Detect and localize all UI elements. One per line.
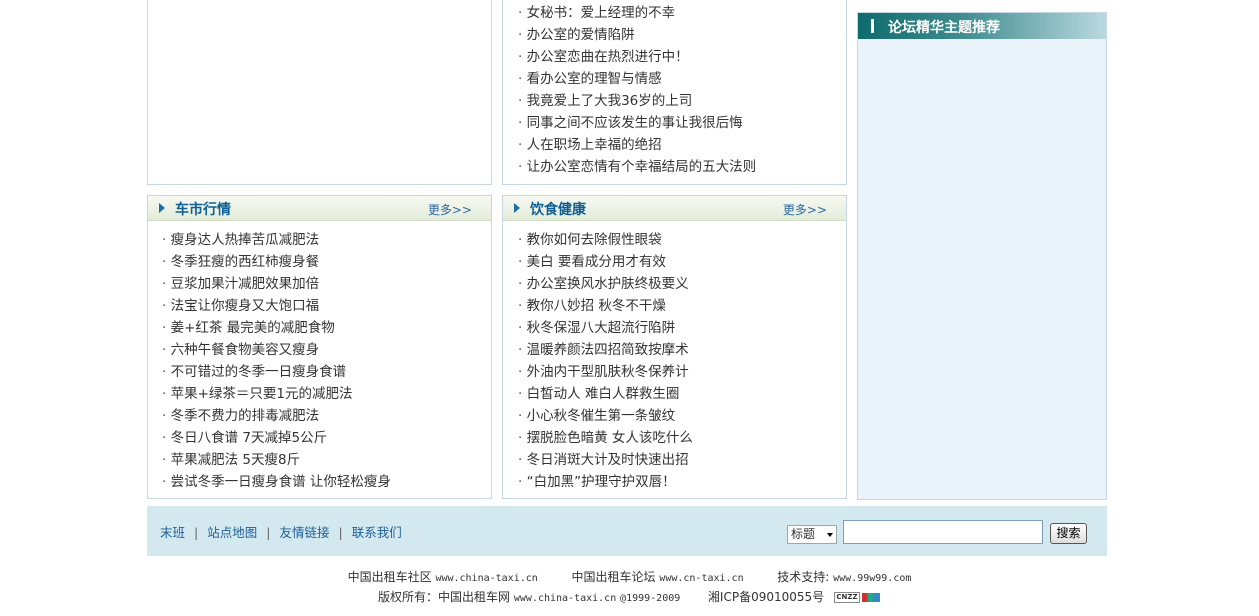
list-item[interactable]: 瘦身达人热捧苦瓜减肥法	[162, 229, 391, 251]
list-item[interactable]: 冬日消斑大计及时快速出招	[518, 449, 693, 471]
list-item[interactable]: 苹果减肥法 5天瘦8斤	[162, 449, 391, 471]
list-item[interactable]: 法宝让你瘦身又大饱口福	[162, 295, 391, 317]
panel-header: 饮食健康 更多>>	[503, 196, 846, 221]
list-item[interactable]: 白皙动人 难白人群救生圈	[518, 383, 693, 405]
search-input[interactable]	[843, 520, 1043, 544]
support-label: 技术支持:	[777, 570, 830, 584]
icp-number[interactable]: 湘ICP备09010055号	[708, 590, 824, 604]
more-link[interactable]: 更多>>	[428, 201, 472, 218]
list-item[interactable]: 六种午餐食物美容又瘦身	[162, 339, 391, 361]
list-item[interactable]: 同事之间不应该发生的事让我很后悔	[518, 112, 756, 134]
list-item[interactable]: 冬日八食谱 7天减掉5公斤	[162, 427, 391, 449]
panel-title[interactable]: 车市行情	[175, 199, 231, 219]
list-item[interactable]: 冬季不费力的排毒减肥法	[162, 405, 391, 427]
food-health-panel: 饮食健康 更多>> 教你如何去除假性眼袋 美白 要看成分用才有效 办公室换风水护…	[502, 195, 847, 499]
search-type-select[interactable]: 标题	[787, 525, 837, 544]
footer-link-sitemap[interactable]: 站点地图	[207, 525, 257, 540]
more-link[interactable]: 更多>>	[783, 201, 827, 218]
cnzz-badge-text: CNZZ	[833, 592, 860, 603]
list-item[interactable]: 外油内干型肌肤秋冬保养计	[518, 361, 693, 383]
search-button[interactable]: 搜索	[1050, 523, 1087, 544]
divider: |	[194, 525, 199, 540]
panel-title[interactable]: 饮食健康	[530, 199, 586, 219]
list-item[interactable]: 不可错过的冬季一日瘦身食谱	[162, 361, 391, 383]
rights-url[interactable]: www.china-taxi.cn	[514, 593, 616, 604]
list-item[interactable]: “白加黑”护理守护双唇！	[518, 471, 693, 493]
list-item[interactable]: 苹果+绿茶＝只要1元的减肥法	[162, 383, 391, 405]
list-item[interactable]: 办公室恋曲在热烈进行中！	[518, 46, 756, 68]
food-health-list: 教你如何去除假性眼袋 美白 要看成分用才有效 办公室换风水护肤终极要义 教你八妙…	[518, 229, 693, 493]
car-market-panel: 车市行情 更多>> 瘦身达人热捧苦瓜减肥法 冬季狂瘦的西红柿瘦身餐 豆浆加果汁减…	[147, 195, 492, 499]
list-item[interactable]: 办公室换风水护肤终极要义	[518, 273, 693, 295]
divider: |	[266, 525, 271, 540]
forum-url[interactable]: www.cn-taxi.cn	[659, 573, 743, 584]
list-item[interactable]: 女秘书：爱上经理的不幸	[518, 2, 756, 24]
list-item[interactable]: 人在职场上幸福的绝招	[518, 134, 756, 156]
copyright-line-2: 版权所有：中国出租车网 www.china-taxi.cn @1999-2009…	[0, 588, 1259, 605]
community-url[interactable]: www.china-taxi.cn	[435, 573, 537, 584]
list-item[interactable]: 教你八妙招 秋冬不干燥	[518, 295, 693, 317]
chevron-down-icon	[827, 533, 833, 537]
sidebar-header: 论坛精华主题推荐	[858, 13, 1106, 39]
footer-link-bus[interactable]: 末班	[160, 525, 185, 540]
list-item[interactable]: 教你如何去除假性眼袋	[518, 229, 693, 251]
sidebar-title: 论坛精华主题推荐	[888, 20, 1000, 36]
list-item[interactable]: 办公室的爱情陷阱	[518, 24, 756, 46]
list-item[interactable]: 小心秋冬催生第一条皱纹	[518, 405, 693, 427]
list-item[interactable]: 我竟爱上了大我36岁的上司	[518, 90, 756, 112]
cnzz-badge-icon[interactable]: CNZZ	[833, 592, 881, 603]
search-type-value: 标题	[791, 527, 816, 541]
list-item[interactable]: 尝试冬季一日瘦身食谱 让你轻松瘦身	[162, 471, 391, 493]
list-item[interactable]: 秋冬保湿八大超流行陷阱	[518, 317, 693, 339]
list-item[interactable]: 冬季狂瘦的西红柿瘦身餐	[162, 251, 391, 273]
community-label: 中国出租车社区	[347, 570, 432, 584]
panel-header: 车市行情 更多>>	[148, 196, 491, 221]
footer-link-friends[interactable]: 友情链接	[279, 525, 329, 540]
top-left-panel	[147, 0, 492, 185]
divider: |	[338, 525, 343, 540]
title-bar-icon	[871, 19, 874, 33]
office-love-list: 女秘书：爱上经理的不幸 办公室的爱情陷阱 办公室恋曲在热烈进行中！ 看办公室的理…	[518, 2, 757, 178]
forum-label: 中国出租车论坛	[571, 570, 656, 584]
triangle-bullet-icon	[514, 203, 520, 213]
footer-bar: 末班 | 站点地图 | 友情链接 | 联系我们 标题 搜索	[147, 506, 1107, 556]
footer-link-contact[interactable]: 联系我们	[352, 525, 402, 540]
copyright-line-1: 中国出租车社区 www.china-taxi.cn 中国出租车论坛 www.cn…	[0, 568, 1259, 585]
list-item[interactable]: 摆脱脸色暗黄 女人该吃什么	[518, 427, 693, 449]
copyright-years: @1999-2009	[620, 593, 681, 604]
footer-links: 末班 | 站点地图 | 友情链接 | 联系我们	[160, 522, 402, 541]
list-item[interactable]: 温暖养颜法四招简致按摩术	[518, 339, 693, 361]
support-url[interactable]: www.99w99.com	[833, 573, 911, 584]
car-market-list: 瘦身达人热捧苦瓜减肥法 冬季狂瘦的西红柿瘦身餐 豆浆加果汁减肥效果加倍 法宝让你…	[162, 229, 391, 493]
rights-label: 版权所有：中国出租车网	[378, 590, 511, 604]
forum-recommend-sidebar: 论坛精华主题推荐	[857, 12, 1107, 500]
list-item[interactable]: 姜+红茶 最完美的减肥食物	[162, 317, 391, 339]
list-item[interactable]: 美白 要看成分用才有效	[518, 251, 693, 273]
list-item[interactable]: 看办公室的理智与情感	[518, 68, 756, 90]
list-item[interactable]: 让办公室恋情有个幸福结局的五大法则	[518, 156, 757, 178]
list-item[interactable]: 豆浆加果汁减肥效果加倍	[162, 273, 391, 295]
triangle-bullet-icon	[159, 203, 165, 213]
office-love-panel: 女秘书：爱上经理的不幸 办公室的爱情陷阱 办公室恋曲在热烈进行中！ 看办公室的理…	[502, 0, 847, 185]
